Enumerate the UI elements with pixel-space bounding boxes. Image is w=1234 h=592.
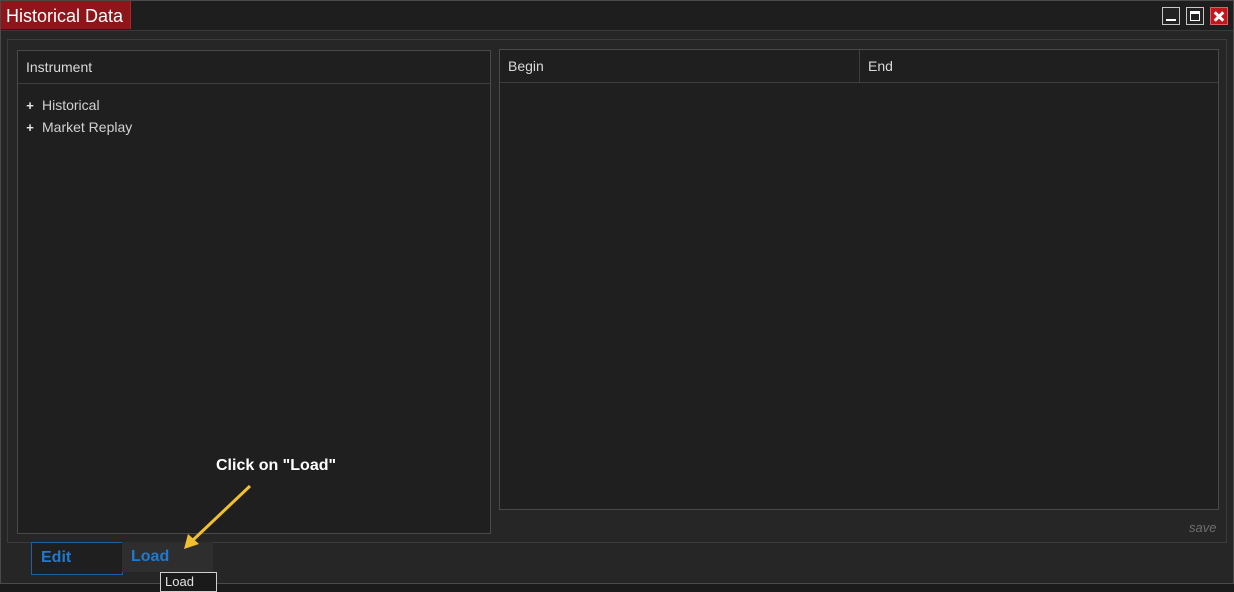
tree-item-label: Historical: [42, 97, 100, 113]
data-range-panel: Begin End: [499, 49, 1219, 510]
tab-edit[interactable]: Edit: [31, 542, 123, 575]
load-tooltip: Load: [160, 572, 217, 592]
tree-item-label: Market Replay: [42, 119, 133, 135]
window-title: Historical Data: [1, 1, 132, 29]
maximize-icon[interactable]: [1186, 7, 1204, 25]
tree-item-historical[interactable]: + Historical: [25, 95, 100, 116]
annotation-text: Click on "Load": [216, 457, 337, 474]
window-content: Instrument + Historical + Market Replay Be…: [7, 39, 1227, 543]
minimize-icon[interactable]: [1162, 7, 1180, 25]
begin-column-header[interactable]: Begin: [500, 50, 860, 83]
close-icon[interactable]: [1210, 7, 1228, 25]
tab-load[interactable]: Load: [122, 542, 213, 572]
end-column-header[interactable]: End: [860, 50, 1218, 83]
save-link[interactable]: save: [1189, 520, 1216, 535]
instrument-column-header[interactable]: Instrument: [18, 51, 490, 84]
tree-item-market-replay[interactable]: + Market Replay: [25, 117, 132, 137]
expand-plus-icon[interactable]: +: [25, 118, 35, 138]
historical-data-window: Historical Data Instrument + Historical +…: [0, 0, 1234, 592]
expand-plus-icon[interactable]: +: [25, 96, 35, 116]
title-bar[interactable]: Historical Data: [1, 1, 1233, 31]
